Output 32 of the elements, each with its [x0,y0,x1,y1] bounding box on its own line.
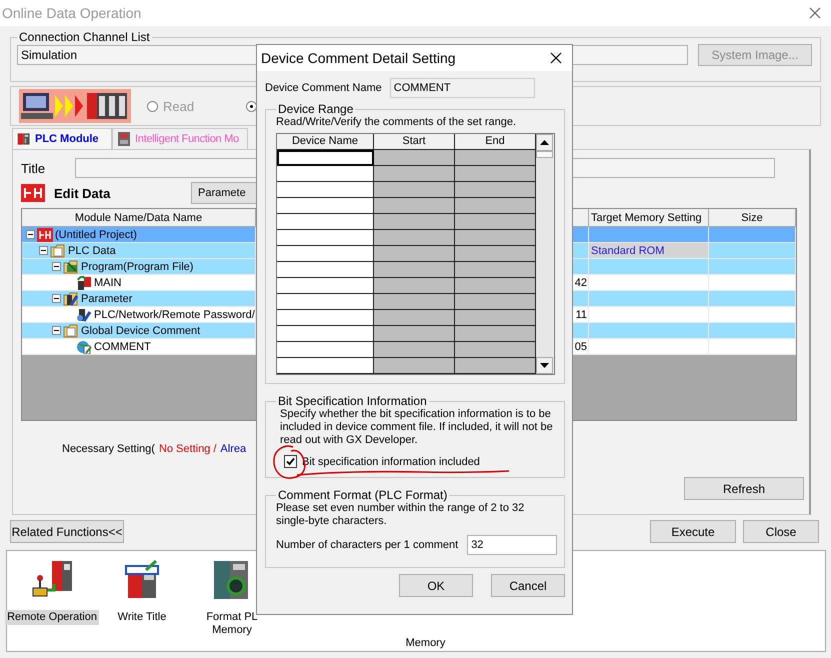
tree-item-label: Program(Program File) [81,260,194,272]
description-text: Specify whether the bit specification information is to be included in device comment file. If included, it will not be read out with GX Developer. [280,408,554,447]
column-header: Device Name [277,134,374,150]
status-text: No Setting / [158,443,216,457]
column-header: Start [374,134,455,150]
tree-item-label: (Untitled Project) [55,228,137,240]
status-text: Alrea [220,443,246,457]
tree-item-label: Global Device Comment [81,324,200,336]
section-label: Edit Data [54,186,112,200]
status-text: Necessary Setting( [62,443,155,457]
table-cell: 11 [576,308,587,320]
tree-item-label: COMMENT [94,340,151,352]
radio-label: Read [163,98,194,114]
table-cell: 05 [574,340,587,352]
group-label: Comment Format (PLC Format) [277,488,448,502]
table-cell: 42 [574,276,587,288]
description-text: Please set even number within the range of 2 to 32 single-byte characters. [276,502,526,528]
field-label: Number of characters per 1 comment [276,539,458,551]
tree-item-label: Parameter [81,292,132,304]
column-header: End [455,134,536,150]
tree-item-label: PLC/Network/Remote Password/ [94,308,255,320]
tree-item-label: MAIN [94,276,122,288]
field-label: Title [21,160,46,176]
field-label: Device Comment Name [265,82,382,94]
tree-item-label: PLC Data [68,244,116,256]
group-label: Device Range [277,102,354,116]
group-label: Bit Specification Information [277,394,428,408]
window-title: Online Data Operation [2,5,142,21]
dialog-title: Device Comment Detail Setting [261,50,456,66]
group-label: Connection Channel List [18,30,151,44]
table-cell: Standard ROM [589,243,709,259]
instruction-text: Read/Write/Verify the comments of the set range. [276,116,518,128]
